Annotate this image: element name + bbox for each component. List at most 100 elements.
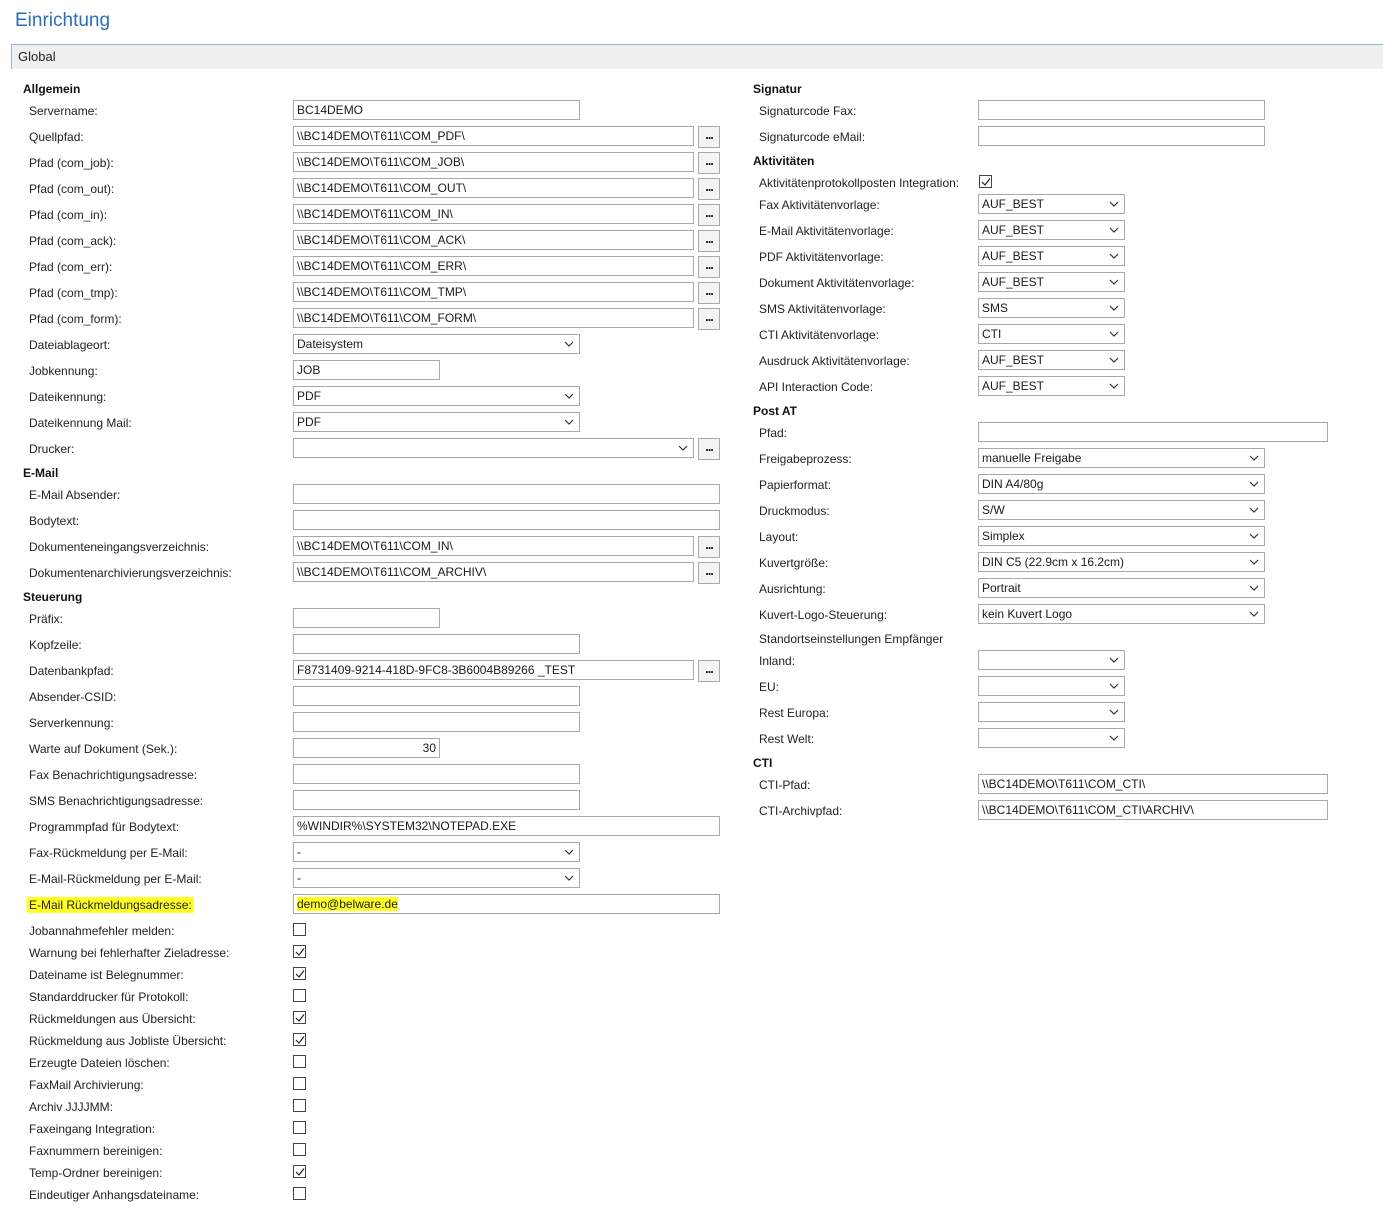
dateikennung-mail-select[interactable]: PDF [293,412,580,432]
pfad-in-lookup-button[interactable]: ... [698,204,720,226]
akt-pdf-select[interactable]: AUF_BEST [978,246,1125,266]
akt-fax-select[interactable]: AUF_BEST [978,194,1125,214]
akt-api-select[interactable]: AUF_BEST [978,376,1125,396]
pfad-ack-field[interactable]: \\BC14DEMO\T611\COM_ACK\ [293,230,694,250]
layout-value: Simplex [982,529,1025,543]
option-checkbox[interactable] [293,923,306,936]
checkbox-label: Standarddrucker für Protokoll: [29,990,189,1004]
drucker-lookup-button[interactable]: ... [698,438,720,460]
programmpfad-label: Programmpfad für Bodytext: [29,820,180,834]
akt-sms-select[interactable]: SMS [978,298,1125,318]
option-checkbox[interactable] [293,1121,306,1134]
option-checkbox[interactable] [293,1077,306,1090]
datenbankpfad-lookup-button[interactable]: ... [698,660,720,682]
signatur-email-field[interactable] [978,126,1265,146]
quellpfad-field[interactable]: \\BC14DEMO\T611\COM_PDF\ [293,126,694,146]
drucker-label: Drucker: [29,442,75,456]
eingang-field[interactable]: \\BC14DEMO\T611\COM_IN\ [293,536,694,556]
option-checkbox[interactable] [293,1187,306,1200]
pfad-tmp-field[interactable]: \\BC14DEMO\T611\COM_TMP\ [293,282,694,302]
datenbankpfad-field[interactable]: F8731409-9214-418D-9FC8-3B6004B89266 _TE… [293,660,694,680]
pfad-err-field[interactable]: \\BC14DEMO\T611\COM_ERR\ [293,256,694,276]
akt-ausdruck-select[interactable]: AUF_BEST [978,350,1125,370]
druckmodus-select[interactable]: S/W [978,500,1265,520]
chevron-down-icon [1109,253,1119,259]
akt-email-value: AUF_BEST [982,223,1045,237]
ausrichtung-select[interactable]: Portrait [978,578,1265,598]
druckmodus-value: S/W [982,503,1005,517]
pfad-job-field[interactable]: \\BC14DEMO\T611\COM_JOB\ [293,152,694,172]
option-checkbox[interactable] [293,1011,306,1024]
welt-select[interactable] [978,728,1125,748]
pfad-tmp-lookup-button[interactable]: ... [698,282,720,304]
option-checkbox[interactable] [293,945,306,958]
fax-rm-select[interactable]: - [293,842,580,862]
archiv-field[interactable]: \\BC14DEMO\T611\COM_ARCHIV\ [293,562,694,582]
freigabe-select[interactable]: manuelle Freigabe [978,448,1265,468]
signatur-fax-field[interactable] [978,100,1265,120]
fax-adr-field[interactable] [293,764,580,784]
dateiablageort-select[interactable]: Dateisystem [293,334,580,354]
option-checkbox[interactable] [293,1165,306,1178]
logo-select[interactable]: kein Kuvert Logo [978,604,1265,624]
akt-dokument-select[interactable]: AUF_BEST [978,272,1125,292]
pfad-form-lookup-button[interactable]: ... [698,308,720,330]
sms-adr-field[interactable] [293,790,580,810]
checkbox-label: Jobannahmefehler melden: [29,924,175,938]
option-checkbox[interactable] [293,989,306,1002]
chevron-down-icon [1109,735,1119,741]
option-checkbox[interactable] [293,1055,306,1068]
email-absender-field[interactable] [293,484,720,504]
servername-field[interactable]: BC14DEMO [293,100,580,120]
layout-select[interactable]: Simplex [978,526,1265,546]
chevron-down-icon [1109,709,1119,715]
quellpfad-label: Quellpfad: [29,130,84,144]
kuvert-select[interactable]: DIN C5 (22.9cm x 16.2cm) [978,552,1265,572]
fasttab-global[interactable]: Global [11,44,1383,69]
akt-email-select[interactable]: AUF_BEST [978,220,1125,240]
pfad-job-lookup-button[interactable]: ... [698,152,720,174]
cti-archiv-field[interactable]: \\BC14DEMO\T611\COM_CTI\ARCHIV\ [978,800,1328,820]
option-checkbox[interactable] [293,1099,306,1112]
checkbox-label: Dateiname ist Belegnummer: [29,968,184,982]
warte-field[interactable]: 30 [293,738,440,758]
option-checkbox[interactable] [293,1143,306,1156]
eingang-lookup-button[interactable]: ... [698,536,720,558]
checkmark-icon [295,970,305,978]
cti-pfad-field[interactable]: \\BC14DEMO\T611\COM_CTI\ [978,774,1328,794]
warte-label: Warte auf Dokument (Sek.): [29,742,178,756]
europa-select[interactable] [978,702,1125,722]
csid-field[interactable] [293,686,580,706]
akt-cti-value: CTI [982,327,1002,341]
quellpfad-lookup-button[interactable]: ... [698,126,720,148]
drucker-select[interactable] [293,438,694,458]
pfad-in-field[interactable]: \\BC14DEMO\T611\COM_IN\ [293,204,694,224]
rm-adresse-field[interactable]: demo@belware.de [293,894,720,914]
archiv-lookup-button[interactable]: ... [698,562,720,584]
pfad-err-lookup-button[interactable]: ... [698,256,720,278]
europa-label: Rest Europa: [759,706,830,720]
dateikennung-select[interactable]: PDF [293,386,580,406]
option-checkbox[interactable] [293,1033,306,1046]
pfad-out-field[interactable]: \\BC14DEMO\T611\COM_OUT\ [293,178,694,198]
option-checkbox[interactable] [293,967,306,980]
post-pfad-field[interactable] [978,422,1328,442]
praefix-field[interactable] [293,608,440,628]
inland-select[interactable] [978,650,1125,670]
papier-select[interactable]: DIN A4/80g [978,474,1265,494]
serverkennung-field[interactable] [293,712,580,732]
bodytext-field[interactable] [293,510,720,530]
akt-cti-select[interactable]: CTI [978,324,1125,344]
programmpfad-field[interactable]: %WINDIR%\SYSTEM32\NOTEPAD.EXE [293,816,720,836]
pfad-out-lookup-button[interactable]: ... [698,178,720,200]
chevron-down-icon [1109,357,1119,363]
kopfzeile-field[interactable] [293,634,580,654]
akt-cti-label: CTI Aktivitätenvorlage: [759,328,880,342]
eu-select[interactable] [978,676,1125,696]
mail-rm-select[interactable]: - [293,868,580,888]
pfad-form-label: Pfad (com_form): [29,312,122,326]
pfad-form-field[interactable]: \\BC14DEMO\T611\COM_FORM\ [293,308,694,328]
akt-integration-checkbox[interactable] [979,175,992,188]
pfad-ack-lookup-button[interactable]: ... [698,230,720,252]
jobkennung-field[interactable]: JOB [293,360,440,380]
